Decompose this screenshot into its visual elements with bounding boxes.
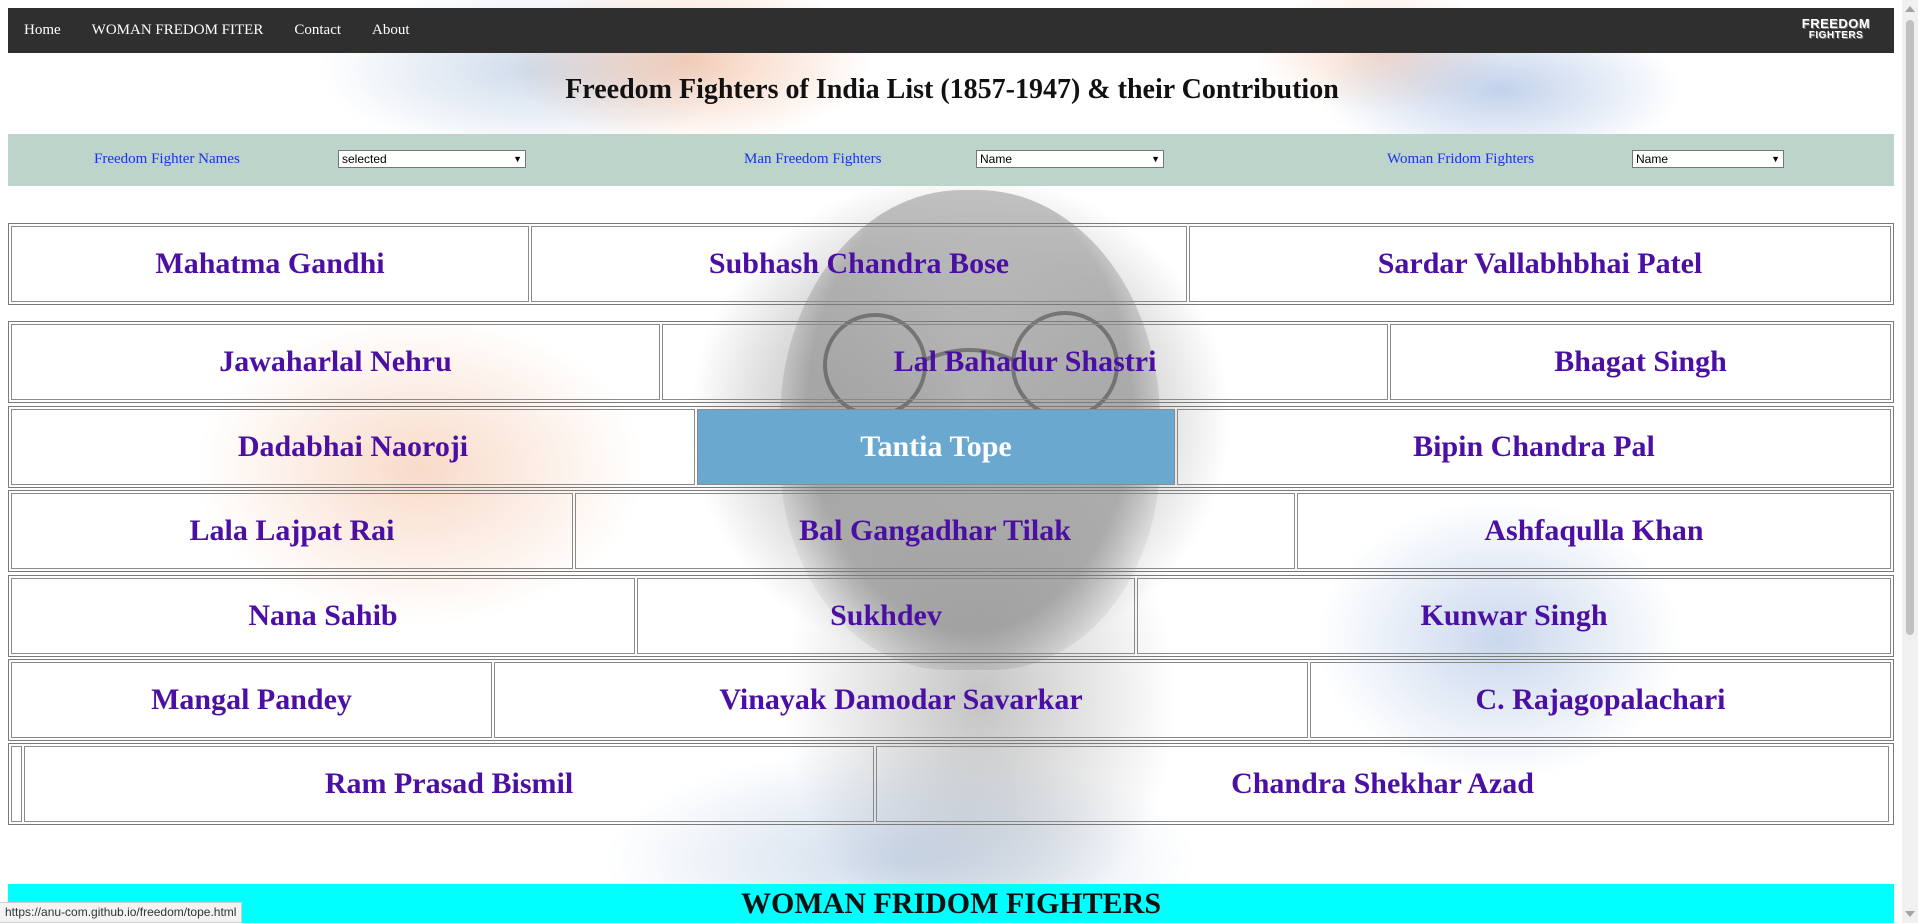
filter-bar: Freedom Fighter Names selected ▼ Man Fre…: [8, 134, 1894, 186]
fighters-row: Dadabhai Naoroji Tantia Tope Bipin Chand…: [8, 406, 1894, 488]
woman-select-value: Name: [1636, 152, 1669, 166]
fighter-link[interactable]: Mangal Pandey: [11, 662, 492, 738]
fighter-link-highlighted[interactable]: Tantia Tope: [697, 409, 1175, 485]
fighter-link[interactable]: Mahatma Gandhi: [11, 226, 529, 302]
freedom-fighter-names-select[interactable]: selected ▼: [338, 150, 526, 168]
chevron-down-icon: ▼: [1771, 154, 1780, 164]
nav-woman-freedom-fighter-link[interactable]: WOMAN FREDOM FITER: [77, 22, 279, 39]
scrollbar-thumb[interactable]: [1906, 20, 1914, 635]
logo-line1: FREEDOM: [1801, 16, 1871, 31]
fighter-link[interactable]: Sukhdev: [637, 578, 1135, 654]
fighters-row: Mahatma Gandhi Subhash Chandra Bose Sard…: [8, 223, 1894, 305]
nav-home-link[interactable]: Home: [9, 22, 76, 39]
page-title: Freedom Fighters of India List (1857-194…: [565, 74, 1339, 105]
fighter-link[interactable]: Subhash Chandra Bose: [531, 226, 1187, 302]
scroll-down-arrow-icon[interactable]: [1905, 911, 1915, 917]
page: Home WOMAN FREDOM FITER Contact About FR…: [0, 0, 1918, 923]
nav-contact-link[interactable]: Contact: [279, 22, 356, 39]
top-navbar: Home WOMAN FREDOM FITER Contact About FR…: [8, 8, 1894, 53]
fighter-link[interactable]: Bal Gangadhar Tilak: [575, 493, 1295, 569]
names-select-value: selected: [342, 152, 387, 166]
fighters-row: Jawaharlal Nehru Lal Bahadur Shastri Bha…: [8, 321, 1894, 403]
fighter-link[interactable]: Lala Lajpat Rai: [11, 493, 573, 569]
fighter-link[interactable]: Ram Prasad Bismil: [24, 746, 874, 822]
man-freedom-fighters-label: Man Freedom Fighters: [744, 151, 882, 167]
logo-line2: FIGHTERS: [1808, 30, 1864, 41]
chevron-down-icon: ▼: [513, 154, 522, 164]
fighter-link[interactable]: Vinayak Damodar Savarkar: [494, 662, 1308, 738]
fighter-link[interactable]: Jawaharlal Nehru: [11, 324, 660, 400]
fighter-link[interactable]: Chandra Shekhar Azad: [876, 746, 1889, 822]
fighter-link[interactable]: Lal Bahadur Shastri: [662, 324, 1388, 400]
freedom-fighter-names-label: Freedom Fighter Names: [94, 151, 240, 167]
fighters-row: Nana Sahib Sukhdev Kunwar Singh: [8, 575, 1894, 657]
fighter-link[interactable]: Ashfaqulla Khan: [1297, 493, 1891, 569]
scroll-up-arrow-icon[interactable]: [1905, 6, 1915, 12]
woman-freedom-fighters-select[interactable]: Name ▼: [1632, 150, 1784, 168]
status-bar-url: https://anu-com.github.io/freedom/tope.h…: [0, 902, 243, 923]
fighter-link[interactable]: Bipin Chandra Pal: [1177, 409, 1891, 485]
fighter-link[interactable]: Bhagat Singh: [1390, 324, 1891, 400]
fighter-link[interactable]: C. Rajagopalachari: [1310, 662, 1891, 738]
empty-cell: [11, 746, 22, 822]
fighters-row: Lala Lajpat Rai Bal Gangadhar Tilak Ashf…: [8, 490, 1894, 572]
fighter-link[interactable]: Sardar Vallabhbhai Patel: [1189, 226, 1891, 302]
fighter-link[interactable]: Kunwar Singh: [1137, 578, 1891, 654]
chevron-down-icon: ▼: [1151, 154, 1160, 164]
man-select-value: Name: [980, 152, 1013, 166]
nav-about-link[interactable]: About: [357, 22, 425, 39]
fighter-link[interactable]: Dadabhai Naoroji: [11, 409, 695, 485]
freedom-fighters-logo[interactable]: FREEDOM FIGHTERS: [1788, 12, 1884, 48]
fighters-row: Mangal Pandey Vinayak Damodar Savarkar C…: [8, 659, 1894, 741]
vertical-scrollbar[interactable]: [1902, 0, 1918, 923]
man-freedom-fighters-select[interactable]: Name ▼: [976, 150, 1164, 168]
woman-freedom-fighters-label: Woman Fridom Fighters: [1387, 151, 1535, 167]
fighter-link[interactable]: Nana Sahib: [11, 578, 635, 654]
fighters-row: Ram Prasad Bismil Chandra Shekhar Azad: [8, 743, 1894, 825]
women-section-heading: WOMAN FRIDOM FIGHTERS: [8, 884, 1894, 923]
